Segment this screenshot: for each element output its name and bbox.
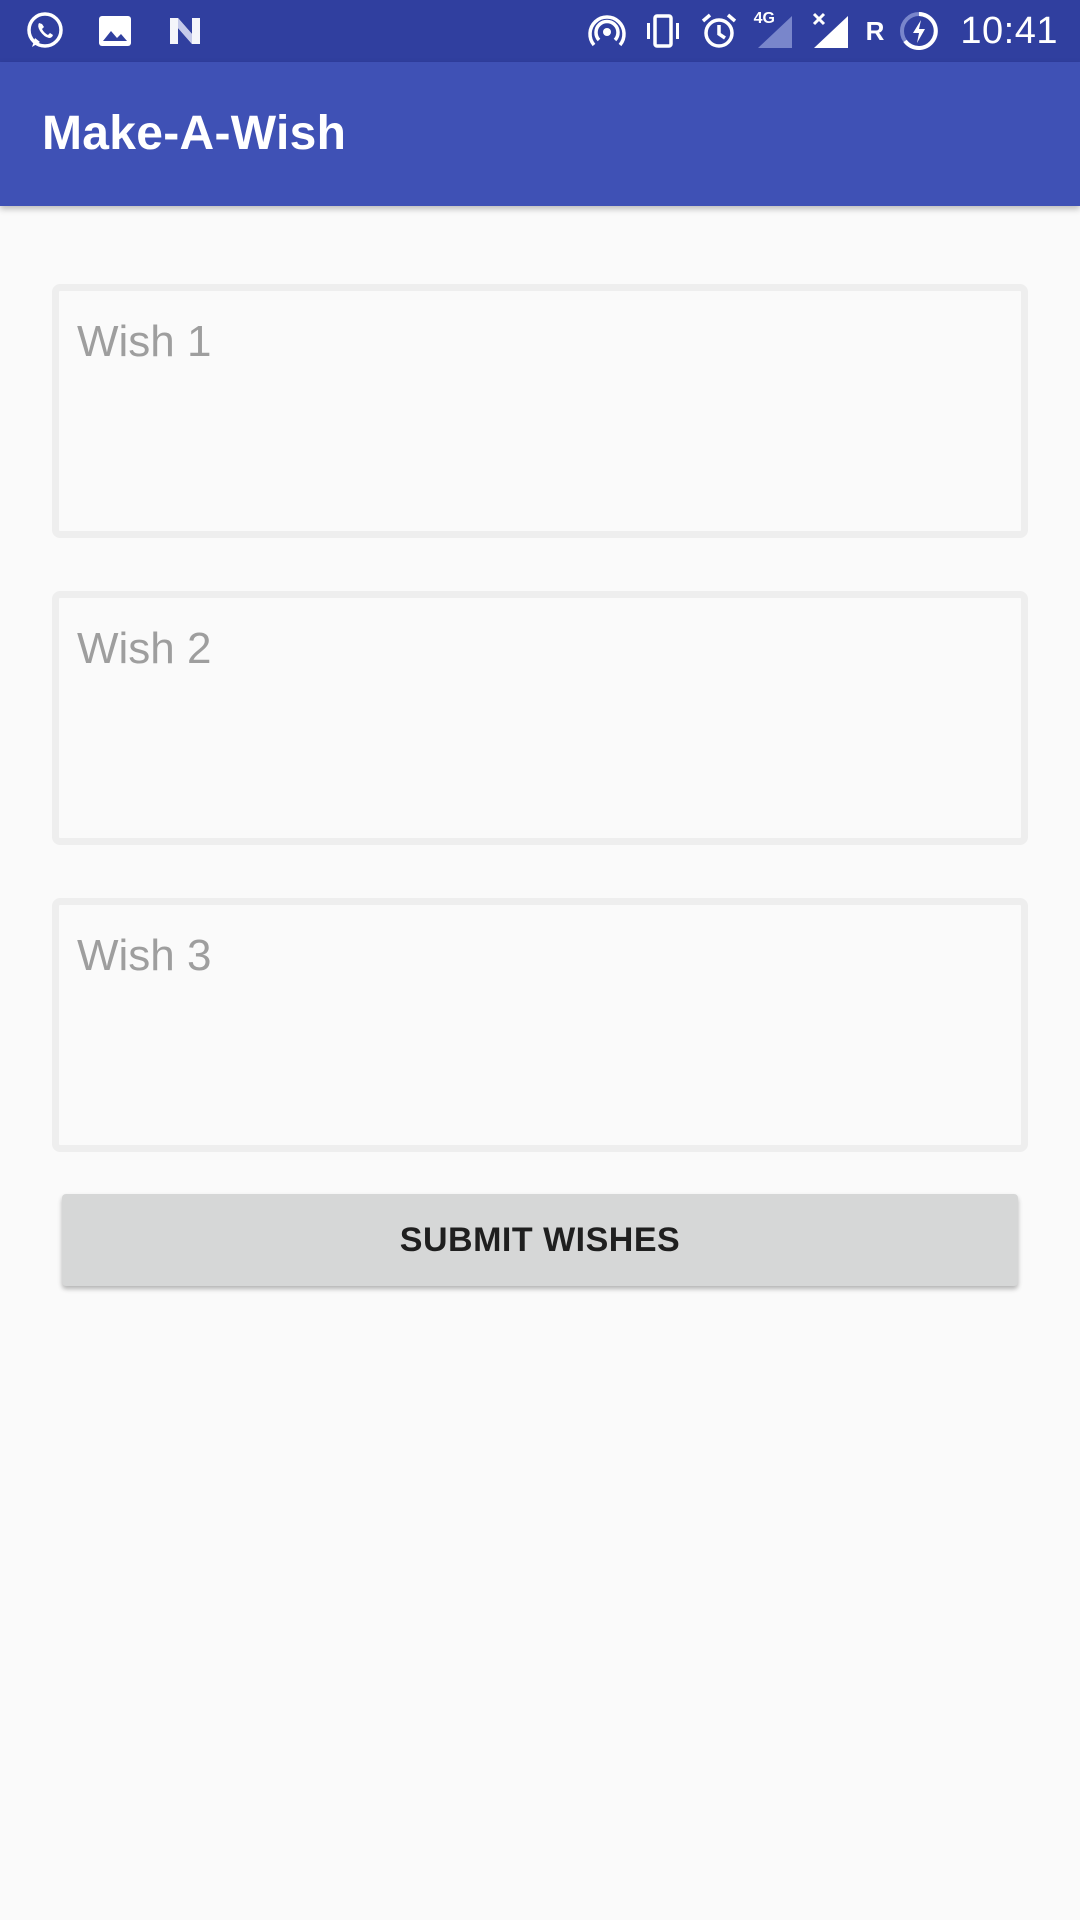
status-bar-system-icons: 4G R 10:41 <box>586 0 1058 62</box>
roaming-indicator: R <box>865 15 885 46</box>
vibrate-icon <box>642 10 684 52</box>
signal-no-data-icon <box>810 10 852 52</box>
wish-form: SUBMIT WISHES <box>0 206 1080 1920</box>
alarm-icon <box>698 10 740 52</box>
wish-2-field[interactable] <box>52 591 1028 845</box>
app-bar: Make-A-Wish <box>0 62 1080 206</box>
hotspot-icon <box>586 10 628 52</box>
status-bar-notifications <box>24 0 206 62</box>
status-clock: 10:41 <box>960 9 1058 52</box>
wish-1-field[interactable] <box>52 284 1028 538</box>
whatsapp-icon <box>24 10 66 52</box>
submit-wishes-button[interactable]: SUBMIT WISHES <box>62 1194 1018 1286</box>
signal-4g-icon: 4G <box>754 10 796 52</box>
battery-charging-icon <box>898 10 940 52</box>
n-icon <box>164 10 206 52</box>
app-title: Make-A-Wish <box>42 107 347 160</box>
network-type-label: 4G <box>753 10 775 27</box>
image-icon <box>94 10 136 52</box>
status-bar: 4G R 10:41 <box>0 0 1080 62</box>
wish-3-field[interactable] <box>52 898 1028 1152</box>
